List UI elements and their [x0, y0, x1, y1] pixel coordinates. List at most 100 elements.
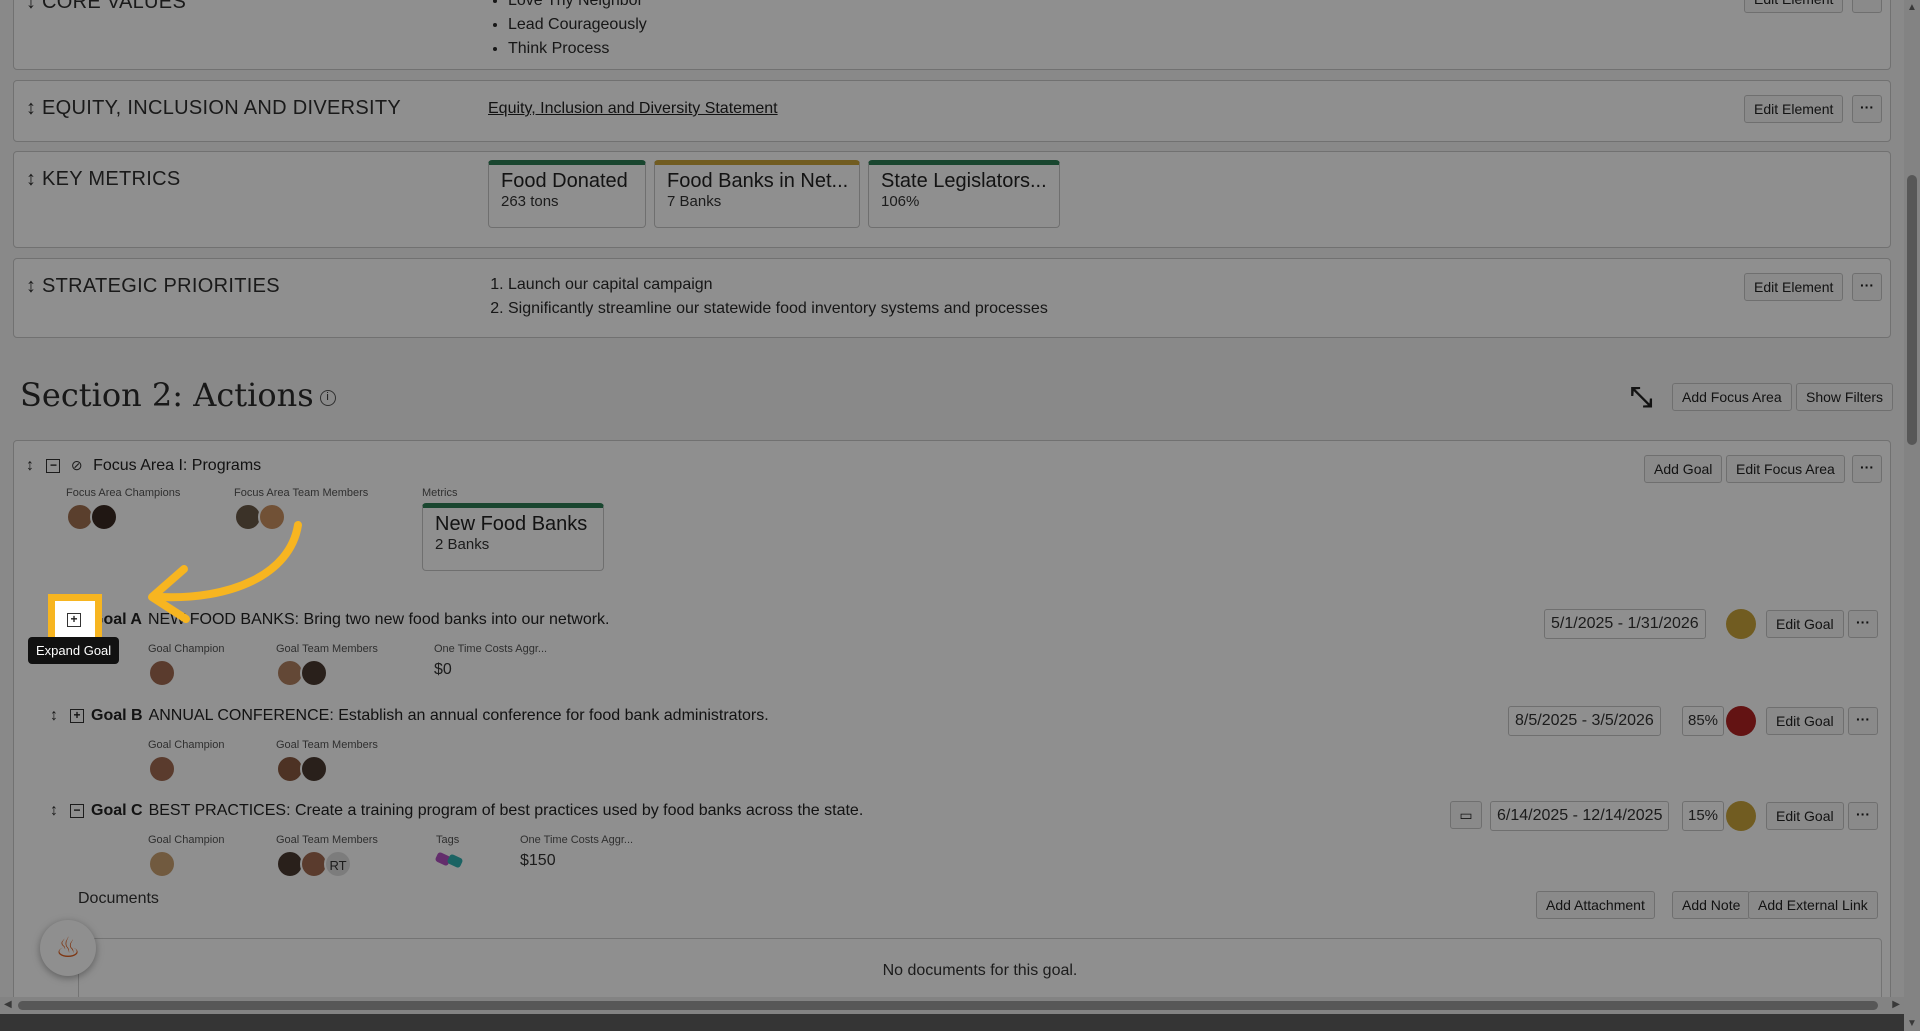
status-indicator[interactable] — [1726, 801, 1756, 831]
scroll-up-icon[interactable]: ▲ — [1907, 2, 1917, 13]
metric-card[interactable]: Food Banks in Net... 7 Banks — [654, 160, 860, 228]
tags-label: Tags — [436, 834, 460, 846]
goal-team-label: Goal Team Members — [276, 834, 378, 846]
list-item: Think Process — [508, 37, 647, 61]
equity-label: EQUITY, INCLUSION AND DIVERSITY — [42, 97, 402, 119]
eye-slash-icon[interactable]: ⊘ — [71, 457, 83, 473]
metric-value: 263 tons — [501, 193, 559, 210]
comment-icon[interactable]: ▭ — [1450, 801, 1482, 829]
champions-label: Focus Area Champions — [66, 487, 181, 499]
edit-element-button[interactable]: Edit Element — [1744, 0, 1844, 13]
goal-champion-label: Goal Champion — [148, 739, 225, 751]
collapse-icon[interactable]: − — [46, 458, 61, 473]
edit-focus-area-button[interactable]: Edit Focus Area — [1726, 455, 1845, 483]
metrics-label: Metrics — [422, 487, 458, 499]
expand-icon[interactable]: + — [67, 613, 81, 627]
section-2-title: Section 2: Actions i — [20, 376, 336, 414]
drag-handle-icon[interactable]: ↕ — [26, 0, 36, 14]
edit-element-button[interactable]: Edit Element — [1744, 273, 1844, 301]
drag-handle-icon[interactable]: ↕ — [50, 707, 60, 725]
scrollbar-thumb[interactable] — [18, 1001, 1878, 1010]
status-indicator[interactable] — [1726, 706, 1756, 736]
goal-date-range[interactable]: 8/5/2025 - 3/5/2026 — [1508, 706, 1661, 736]
strategic-title: ↕ STRATEGIC PRIORITIES — [26, 275, 280, 298]
vertical-scrollbar[interactable]: ▲ ▼ — [1904, 0, 1920, 1031]
compress-icon[interactable]: ⤡ — [1630, 381, 1652, 414]
drag-handle-icon[interactable]: ↕ — [26, 275, 36, 298]
equity-title: ↕ EQUITY, INCLUSION AND DIVERSITY — [26, 97, 401, 120]
avatar[interactable] — [148, 850, 176, 878]
add-note-button[interactable]: Add Note — [1672, 891, 1751, 919]
goal-progress[interactable]: 15% — [1682, 801, 1725, 831]
more-options-button[interactable]: ··· — [1852, 455, 1882, 483]
more-options-button[interactable]: ··· — [1848, 802, 1878, 830]
metric-card[interactable]: Food Donated 263 tons — [488, 160, 646, 228]
avatar[interactable] — [148, 659, 176, 687]
list-item: Lead Courageously — [508, 13, 647, 37]
fire-icon[interactable]: ♨ — [40, 920, 96, 976]
status-indicator[interactable] — [1726, 609, 1756, 639]
horizontal-scrollbar[interactable]: ◀ ▶ — [0, 997, 1904, 1014]
metric-name: Food Banks in Net... — [667, 170, 847, 192]
add-attachment-button[interactable]: Add Attachment — [1536, 891, 1655, 919]
metric-value: 106% — [881, 193, 920, 210]
drag-handle-icon[interactable]: ↕ — [50, 802, 60, 820]
one-time-costs-label: One Time Costs Aggr... — [520, 834, 634, 846]
show-filters-button[interactable]: Show Filters — [1796, 383, 1894, 411]
strategic-label: STRATEGIC PRIORITIES — [42, 275, 280, 297]
more-options-button[interactable]: ··· — [1848, 610, 1878, 638]
drag-handle-icon[interactable]: ↕ — [26, 457, 36, 475]
scroll-down-icon[interactable]: ▼ — [1907, 1018, 1917, 1029]
page: ↕ CORE VALUES Love Thy Neighbor Lead Cour… — [0, 0, 1904, 1014]
edit-goal-button[interactable]: Edit Goal — [1766, 802, 1844, 830]
add-external-link-button[interactable]: Add External Link — [1748, 891, 1878, 919]
edit-goal-button[interactable]: Edit Goal — [1766, 707, 1844, 735]
metric-name: Food Donated — [501, 170, 628, 192]
avatar[interactable] — [300, 755, 328, 783]
edit-element-button[interactable]: Edit Element — [1744, 95, 1844, 123]
goal-date-range[interactable]: 5/1/2025 - 1/31/2026 — [1544, 609, 1706, 639]
tag-icon[interactable] — [446, 853, 464, 869]
goal-champion-label: Goal Champion — [148, 834, 225, 846]
metric-card[interactable]: New Food Banks 2 Banks — [422, 503, 604, 571]
list-item: Launch our capital campaign — [508, 273, 1048, 297]
pointer-arrow-icon — [148, 521, 302, 623]
metric-card[interactable]: State Legislators... 106% — [868, 160, 1060, 228]
avatar[interactable] — [300, 659, 328, 687]
edit-goal-button[interactable]: Edit Goal — [1766, 610, 1844, 638]
goal-text[interactable]: ANNUAL CONFERENCE: Establish an annual c… — [149, 707, 769, 724]
scroll-left-icon[interactable]: ◀ — [4, 999, 12, 1010]
more-options-button[interactable]: ··· — [1852, 0, 1882, 13]
avatar[interactable] — [90, 503, 118, 531]
metric-name: State Legislators... — [881, 170, 1047, 192]
add-focus-area-button[interactable]: Add Focus Area — [1672, 383, 1792, 411]
scroll-right-icon[interactable]: ▶ — [1892, 999, 1900, 1010]
add-goal-button[interactable]: Add Goal — [1644, 455, 1723, 483]
list-item: Significantly streamline our statewide f… — [508, 297, 1048, 321]
equity-statement-link[interactable]: Equity, Inclusion and Diversity Statemen… — [488, 100, 778, 118]
strategic-priorities-card: ↕ STRATEGIC PRIORITIES Launch our capital… — [13, 258, 1891, 338]
goal-progress[interactable]: 85% — [1682, 706, 1725, 736]
team-members-label: Focus Area Team Members — [234, 487, 369, 499]
goal-date-range[interactable]: 6/14/2025 - 12/14/2025 — [1490, 801, 1670, 831]
member-initials-avatar[interactable]: RT — [324, 850, 352, 878]
list-item: Love Thy Neighbor — [508, 0, 647, 13]
key-metrics-card: ↕ KEY METRICS Food Donated 263 tons Food … — [13, 151, 1891, 248]
metric-value: 2 Banks — [435, 536, 490, 553]
metric-value: 7 Banks — [667, 193, 722, 210]
goal-id: Goal B — [91, 707, 143, 724]
more-options-button[interactable]: ··· — [1852, 95, 1882, 123]
goal-b-title: Goal B ANNUAL CONFERENCE: Establish an an… — [91, 707, 769, 725]
collapse-icon[interactable]: − — [70, 804, 84, 818]
goal-c-title: Goal C BEST PRACTICES: Create a training … — [91, 802, 863, 820]
expand-icon[interactable]: + — [70, 709, 84, 723]
equity-card: ↕ EQUITY, INCLUSION AND DIVERSITY Equity,… — [13, 80, 1891, 142]
more-options-button[interactable]: ··· — [1848, 707, 1878, 735]
drag-handle-icon[interactable]: ↕ — [26, 97, 36, 120]
goal-text[interactable]: BEST PRACTICES: Create a training progra… — [149, 802, 864, 819]
info-icon[interactable]: i — [319, 389, 336, 406]
scrollbar-thumb[interactable] — [1907, 175, 1917, 445]
avatar[interactable] — [148, 755, 176, 783]
more-options-button[interactable]: ··· — [1852, 273, 1882, 301]
drag-handle-icon[interactable]: ↕ — [26, 168, 36, 191]
